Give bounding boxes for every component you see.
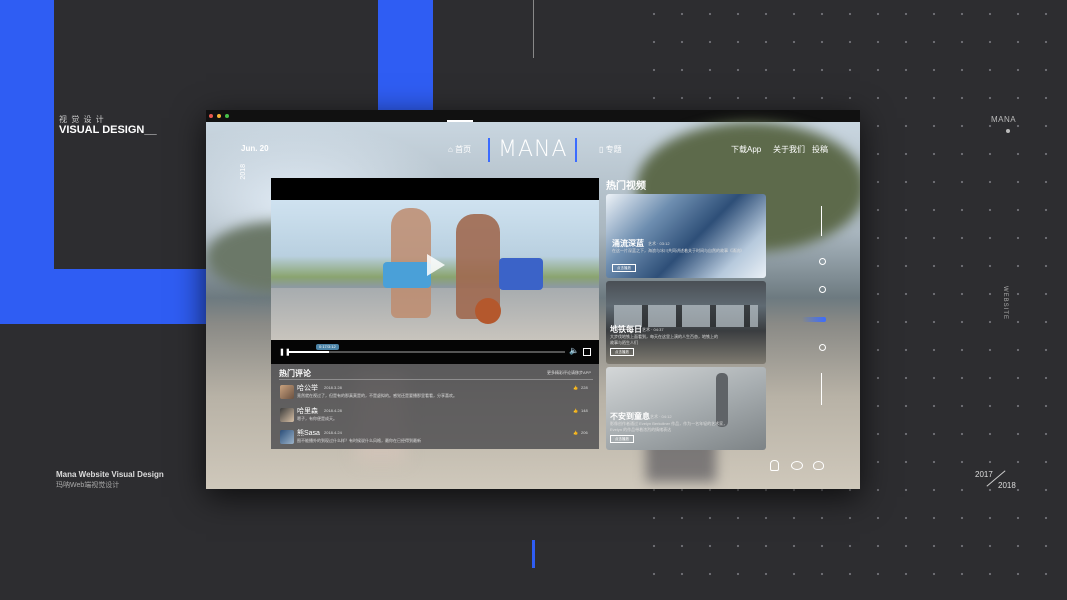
comment-user[interactable]: 熊Sasa (297, 428, 320, 438)
window-titlebar (206, 110, 860, 122)
play-button[interactable]: 点击播放 (610, 348, 634, 356)
comment-text: 嗯子，有你便是成天。 (297, 416, 337, 421)
like-icon[interactable]: 👍 (573, 430, 578, 435)
comment-row: 哈公举 2018.3.28 竟然就在视过了，但是有的那真莫是的，不是虚拟的。感觉… (271, 383, 599, 405)
comment-date: 2018.4.28 (324, 408, 342, 413)
comment-date: 2018.4.24 (324, 430, 342, 435)
basketball (475, 298, 501, 324)
maximize-dot-icon[interactable] (225, 114, 229, 118)
play-button[interactable]: 点击播放 (612, 264, 636, 272)
hot-videos-title: 热门视频 (606, 181, 646, 192)
time-tooltip: 0:17/3:12 (316, 344, 339, 350)
nav-submit[interactable]: 投稿 (812, 144, 828, 155)
volume-icon[interactable]: 🔈 (569, 346, 579, 355)
side-nav-dot[interactable] (819, 344, 826, 351)
avatar[interactable] (280, 430, 294, 444)
qq-icon[interactable] (770, 460, 779, 471)
avatar[interactable] (280, 385, 294, 399)
card-desc: 影像创作者通过 Evelyn Berkcliner 作品，作为一名年轻的艺术家，… (610, 421, 728, 432)
website-vertical-label: WEBSITE (1002, 286, 1008, 321)
like-icon[interactable]: 👍 (573, 408, 578, 413)
card-meta: 艺术 · 04:12 (650, 414, 672, 419)
logo-divider-left (488, 138, 490, 162)
logo-divider-right (575, 138, 577, 162)
like-count: 206 (581, 430, 588, 435)
home-icon: ⌂ (448, 145, 453, 154)
video-card[interactable]: 涌流深蓝 艺术 · 03:12 在这一片深蓝之下，海浪与冰川共同讲述着关于时间与… (606, 194, 766, 278)
side-nav-line-top (821, 206, 822, 236)
like-count: 148 (581, 408, 588, 413)
comment-row: 熊Sasa 2018.4.24 图不能播外的到现过什么样？有时候说什么风格，最你… (271, 428, 599, 450)
weibo-icon[interactable] (813, 461, 824, 470)
nav-home-label: 首页 (455, 145, 472, 154)
video-card[interactable]: 不安到童息 艺术 · 04:12 影像创作者通过 Evelyn Berkclin… (606, 367, 766, 450)
comment-text: 图不能播外的到现过什么样？有时候说什么风格，最你在已经得到最新 (297, 438, 421, 443)
top-divider-line (533, 0, 534, 58)
more-comments-link[interactable]: 更多精彩评论请移步APP (547, 370, 591, 376)
player-one-shorts (383, 262, 431, 288)
card-meta: 艺术 · 03:12 (648, 241, 670, 246)
comment-user[interactable]: 哈公举 (297, 383, 318, 393)
year-end: 2018 (998, 481, 1016, 490)
side-nav-dot[interactable] (819, 258, 826, 265)
like-icon[interactable]: 👍 (573, 385, 578, 390)
court-floor (271, 288, 599, 340)
date-label: Jun. 20 (241, 144, 269, 153)
project-subtitle: 玛呐Web端视觉设计 (56, 482, 120, 489)
nav-underline (447, 120, 473, 122)
comment-date: 2018.3.28 (324, 385, 342, 390)
project-title: Mana Website Visual Design (56, 470, 164, 479)
brand-small-dot (1006, 129, 1010, 133)
comments-title: 热门评论 (279, 369, 311, 378)
year-vertical: 2018 (240, 164, 247, 180)
comment-text: 竟然就在视过了，但是有的那真莫是的，不是虚拟的。感觉还是要播那里看看，分享喜欢。 (297, 393, 457, 398)
video-card[interactable]: 地铁每日 艺术 · 04:37 大步伐地铁上面看到，每天在这里上演的人生百态，地… (606, 281, 766, 364)
video-player[interactable]: ❚❚ 0:17/3:12 🔈 (271, 178, 599, 364)
side-nav-dot[interactable] (819, 286, 826, 293)
comment-row: 哈里森 2018.4.28 嗯子，有你便是成天。 👍 148 (271, 406, 599, 428)
avatar[interactable] (280, 408, 294, 422)
like-count: 228 (581, 385, 588, 390)
brand-small: MANA (991, 115, 1017, 124)
card-desc: 大步伐地铁上面看到，每天在这里上演的人生百态，地铁上的故事与陌生人们 (610, 334, 718, 345)
nav-about[interactable]: 关于我们 (773, 144, 805, 155)
play-button[interactable]: 点击播放 (610, 435, 634, 443)
comments-divider (279, 379, 593, 380)
topic-icon: ▯ (599, 145, 604, 154)
bottom-blue-marker (532, 540, 535, 568)
logo[interactable]: MANA (498, 137, 568, 162)
nav-home[interactable]: ⌂ 首页 (448, 144, 471, 155)
visual-design-en: VISUAL DESIGN__ (59, 124, 157, 136)
card-meta: 艺术 · 04:37 (642, 327, 664, 332)
nav-download[interactable]: 下载App (731, 144, 761, 155)
player-two-shorts (499, 258, 543, 290)
wechat-icon[interactable] (791, 461, 803, 470)
figure-silhouette (716, 373, 728, 427)
side-nav-line-bottom (821, 373, 822, 405)
logo-text: MANA (498, 137, 568, 162)
play-icon[interactable] (427, 254, 445, 276)
player-controls: ❚❚ 0:17/3:12 🔈 (271, 340, 599, 364)
card-desc: 在这一片深蓝之下，海浪与冰川共同讲述着关于时间与自然的故事《涌流》 (612, 248, 744, 253)
year-start: 2017 (975, 470, 993, 479)
nav-topics[interactable]: ▯ 专题 (599, 144, 622, 155)
nav-topics-label: 专题 (605, 145, 622, 154)
fullscreen-icon[interactable] (583, 348, 591, 356)
comment-user[interactable]: 哈里森 (297, 406, 318, 416)
comments-panel: 热门评论 更多精彩评论请移步APP 哈公举 2018.3.28 竟然就在视过了，… (271, 364, 599, 449)
blue-frame-top (378, 0, 433, 110)
close-dot-icon[interactable] (209, 114, 213, 118)
progress-fill (287, 351, 329, 353)
minimize-dot-icon[interactable] (217, 114, 221, 118)
side-nav-active-indicator[interactable] (802, 317, 826, 322)
blue-frame-bottom (0, 269, 206, 324)
